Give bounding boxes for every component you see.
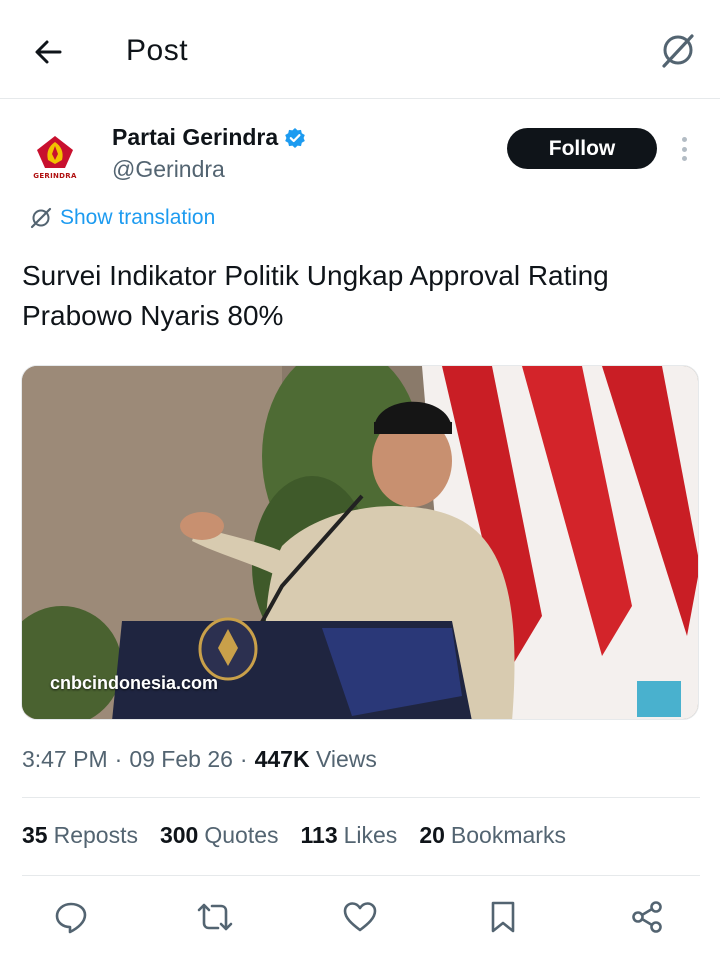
tweet-time[interactable]: 3:47 PM <box>22 746 108 773</box>
grok-button[interactable] <box>656 28 700 72</box>
top-bar: Post <box>0 0 720 99</box>
bookmark-button[interactable] <box>481 895 525 939</box>
quotes-label: Quotes <box>204 822 279 848</box>
share-icon <box>632 901 662 933</box>
action-bar <box>0 895 720 941</box>
likes-count: 113 <box>300 822 338 848</box>
engagement-stats: 35 Reposts 300 Quotes 113 Likes 20 Bookmarks <box>22 822 566 849</box>
separator-dot: · <box>239 746 248 772</box>
back-arrow-icon <box>35 40 62 64</box>
like-button[interactable] <box>338 895 382 939</box>
author-name-text: Partai Gerindra <box>112 124 279 150</box>
divider <box>22 797 700 798</box>
page-title: Post <box>126 34 189 67</box>
media-photo <box>22 366 698 719</box>
show-translation-label: Show translation <box>60 206 216 229</box>
likes-stat[interactable]: 113 Likes <box>301 822 398 849</box>
reposts-count: 35 <box>22 822 48 848</box>
media-source-label: cnbcindonesia.com <box>50 673 219 693</box>
bookmarks-count: 20 <box>419 822 445 848</box>
follow-button[interactable]: Follow <box>507 128 657 169</box>
avatar[interactable]: GERINDRA <box>22 124 88 190</box>
more-dot <box>681 146 687 152</box>
views-label: Views <box>315 746 377 772</box>
more-icon[interactable] <box>672 134 696 164</box>
bookmark-icon <box>491 901 515 933</box>
tweet-media[interactable] <box>21 365 699 720</box>
divider <box>22 875 700 876</box>
reposts-label: Reposts <box>53 822 138 848</box>
verified-badge-icon <box>285 127 305 148</box>
author-display-name[interactable]: Partai Gerindra <box>112 124 306 151</box>
views-count: 447K <box>254 746 310 772</box>
tweet-text: Survei Indikator Politik Ungkap Approval… <box>22 260 609 331</box>
tweet-timestamp-row: 3:47 PM · 09 Feb 26 · 447K Views <box>22 746 377 773</box>
gerindra-logo-icon <box>37 136 73 168</box>
repost-button[interactable] <box>193 895 237 939</box>
views-count-group[interactable]: 447K Views <box>255 746 377 773</box>
more-dot <box>681 156 687 161</box>
repost-icon <box>197 903 233 931</box>
quotes-count: 300 <box>159 822 199 848</box>
reposts-stat[interactable]: 35 Reposts <box>22 822 138 849</box>
bookmarks-stat[interactable]: 20 Bookmarks <box>419 822 566 849</box>
grok-icon <box>662 34 694 68</box>
separator-dot: · <box>114 746 123 772</box>
back-button[interactable] <box>28 32 68 72</box>
reply-icon <box>55 902 87 934</box>
bookmarks-label: Bookmarks <box>450 822 566 848</box>
tweet-date[interactable]: 09 Feb 26 <box>129 746 233 773</box>
likes-label: Likes <box>343 822 398 848</box>
quotes-stat[interactable]: 300 Quotes <box>160 822 279 849</box>
more-dot <box>681 137 687 142</box>
like-icon <box>343 902 377 932</box>
share-button[interactable] <box>625 895 669 939</box>
avatar-label: GERINDRA <box>33 172 77 180</box>
show-translation-link[interactable]: Show translation <box>30 206 215 230</box>
reply-button[interactable] <box>49 895 93 939</box>
author-handle[interactable]: @Gerindra <box>112 156 225 183</box>
translate-icon <box>30 207 52 229</box>
